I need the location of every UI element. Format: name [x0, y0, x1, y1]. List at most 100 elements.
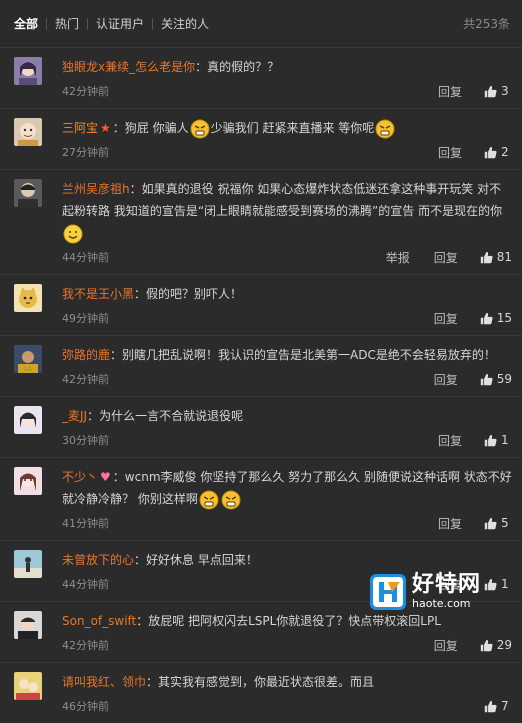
- thumbs-up-icon: [484, 146, 497, 158]
- like-button[interactable]: 2: [484, 145, 512, 159]
- angry-emoji-icon: [375, 119, 395, 139]
- like-count: 3: [501, 84, 509, 98]
- like-count: 29: [496, 638, 512, 652]
- comment-meta: 42分钟前 回复 3: [62, 78, 512, 104]
- thumbs-up-icon: [480, 639, 493, 651]
- reply-button[interactable]: 回复: [438, 83, 462, 100]
- comment-filter-tabs: 全部 热门 认证用户 关注的人 共253条: [0, 0, 522, 48]
- reply-button[interactable]: 回复: [438, 432, 462, 449]
- avatar[interactable]: [14, 467, 42, 495]
- comment-actions: 举报 回复 81: [362, 249, 512, 266]
- comment-text: 兰州吴彦祖h：如果真的退役 祝福你 如果心态爆炸状态低迷还拿这种事开玩笑 对不起…: [62, 178, 512, 244]
- comment-separator: ：: [112, 470, 125, 484]
- avatar[interactable]: LA: [14, 345, 42, 373]
- reply-button[interactable]: 回复: [434, 371, 458, 388]
- comment-separator: ：: [136, 614, 149, 628]
- comment-item: LA 弥路的鹿：别瞎几把乱说啊！我认识的宣告是北美第一ADC是绝不会轻易放弃的！…: [0, 336, 522, 397]
- watermark-text: 好特网 haote.com: [412, 573, 481, 611]
- avatar[interactable]: [14, 406, 42, 434]
- reply-button[interactable]: 回复: [434, 637, 458, 654]
- svg-text:LA: LA: [24, 366, 32, 373]
- comment-body: wcnm李威俊 你坚持了那么久 努力了那么久 别随便说这种话啊 状态不好就冷静冷…: [62, 470, 512, 506]
- comment-separator: ：: [87, 409, 100, 423]
- comment-actions: 7: [462, 699, 512, 713]
- comment-username[interactable]: 独眼龙x兼续_怎么老是你: [62, 60, 195, 74]
- thumbs-up-icon: [484, 517, 497, 529]
- like-button[interactable]: 3: [484, 84, 512, 98]
- comment-body: 狗屁 你骗人: [124, 121, 189, 135]
- comment-actions: 回复 15: [410, 310, 512, 327]
- reply-button[interactable]: 回复: [434, 310, 458, 327]
- like-count: 2: [501, 145, 509, 159]
- avatar[interactable]: [14, 57, 42, 85]
- avatar[interactable]: [14, 672, 42, 700]
- comment-username[interactable]: Son_of_swift: [62, 614, 136, 628]
- comment-meta: 42分钟前 回复 29: [62, 632, 512, 658]
- comment-actions: 回复 2: [414, 144, 512, 161]
- comment-actions: 回复 3: [414, 83, 512, 100]
- comment-separator: ：: [112, 121, 125, 135]
- comment-item: 独眼龙x兼续_怎么老是你：真的假的？？ 42分钟前 回复 3: [0, 48, 522, 109]
- comment-username[interactable]: 请叫我红、领巾: [62, 675, 146, 689]
- report-button[interactable]: 举报: [386, 249, 410, 266]
- comment-actions: 回复 5: [414, 515, 512, 532]
- watermark-url: haote.com: [412, 597, 471, 610]
- comment-meta: 30分钟前 回复 1: [62, 427, 512, 453]
- like-button[interactable]: 29: [480, 638, 512, 652]
- comment-meta: 27分钟前 回复 2: [62, 139, 512, 165]
- comment-item: 请叫我红、领巾：其实我有感觉到，你最近状态很差。而且 46分钟前 7: [0, 663, 522, 723]
- comment-text: 我不是王小黑：假的吧？别吓人！: [62, 283, 512, 305]
- comment-username[interactable]: 三阿宝: [62, 121, 98, 135]
- thumbs-up-icon: [484, 700, 497, 712]
- comment-body: 其实我有感觉到，你最近状态很差。而且: [158, 675, 375, 689]
- avatar[interactable]: [14, 118, 42, 146]
- comment-separator: ：: [134, 287, 147, 301]
- like-button[interactable]: 59: [480, 372, 512, 386]
- tab-verified-users[interactable]: 认证用户: [88, 15, 152, 32]
- like-button[interactable]: 81: [480, 250, 512, 264]
- comment-actions: 回复 29: [410, 637, 512, 654]
- like-count: 5: [501, 516, 509, 530]
- comment-time: 41分钟前: [62, 517, 109, 530]
- comment-meta: 41分钟前 回复 5: [62, 510, 512, 536]
- heart-badge-icon: ♥: [100, 470, 111, 484]
- like-button[interactable]: 7: [484, 699, 512, 713]
- reply-button[interactable]: 回复: [438, 144, 462, 161]
- comment-username[interactable]: 兰州吴彦祖h: [62, 182, 130, 196]
- angry-emoji-icon: [221, 490, 241, 510]
- thumbs-up-icon: [484, 85, 497, 97]
- like-button[interactable]: 1: [484, 433, 512, 447]
- avatar[interactable]: [14, 611, 42, 639]
- like-button[interactable]: 15: [480, 311, 512, 325]
- comment-text: 弥路的鹿：别瞎几把乱说啊！我认识的宣告是北美第一ADC是绝不会轻易放弃的！: [62, 344, 512, 366]
- reply-button[interactable]: 回复: [438, 515, 462, 532]
- avatar[interactable]: [14, 550, 42, 578]
- comment-text: _麦JJ：为什么一言不合就说退役呢: [62, 405, 512, 427]
- avatar[interactable]: [14, 179, 42, 207]
- comment-body: 别瞎几把乱说啊！我认识的宣告是北美第一ADC是绝不会轻易放弃的！: [122, 348, 496, 362]
- comment-meta: 44分钟前 举报 回复 81: [62, 244, 512, 270]
- comment-time: 46分钟前: [62, 700, 109, 713]
- smile-emoji-icon: [63, 224, 83, 244]
- tab-following[interactable]: 关注的人: [153, 15, 217, 32]
- comment-time: 42分钟前: [62, 373, 109, 386]
- comment-body: 好好休息 早点回来！: [146, 553, 258, 567]
- comment-username[interactable]: _麦JJ: [62, 409, 87, 423]
- comment-username[interactable]: 不少丶: [62, 470, 98, 484]
- comment-meta: 49分钟前 回复 15: [62, 305, 512, 331]
- comment-username[interactable]: 未曾放下的心: [62, 553, 134, 567]
- tab-all[interactable]: 全部: [14, 15, 46, 32]
- comment-username[interactable]: 我不是王小黑: [62, 287, 134, 301]
- haote-logo-icon: [370, 574, 406, 610]
- comment-meta: 42分钟前 回复 59: [62, 366, 512, 392]
- comment-time: 44分钟前: [62, 578, 109, 591]
- reply-button[interactable]: 回复: [434, 249, 458, 266]
- avatar[interactable]: [14, 284, 42, 312]
- comment-time: 30分钟前: [62, 434, 109, 447]
- tab-hot[interactable]: 热门: [47, 15, 87, 32]
- like-button[interactable]: 5: [484, 516, 512, 530]
- comment-text: 不少丶 ♥ ：wcnm李威俊 你坚持了那么久 努力了那么久 别随便说这种话啊 状态不…: [62, 466, 512, 510]
- comment-username[interactable]: 弥路的鹿: [62, 348, 110, 362]
- angry-emoji-icon: [199, 490, 219, 510]
- comment-item: 兰州吴彦祖h：如果真的退役 祝福你 如果心态爆炸状态低迷还拿这种事开玩笑 对不起…: [0, 170, 522, 275]
